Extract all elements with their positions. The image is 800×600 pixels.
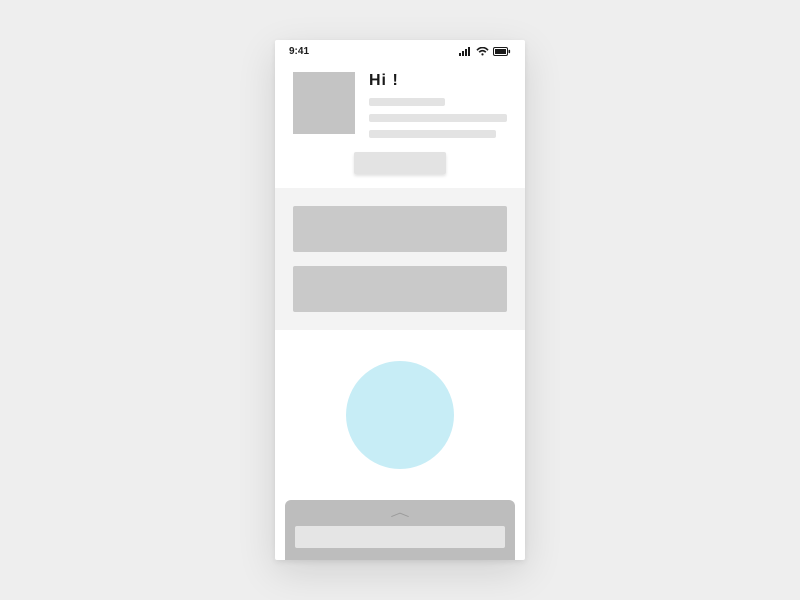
- text-placeholder: [369, 114, 507, 122]
- feature-section: [275, 330, 525, 500]
- status-right: [459, 47, 511, 56]
- card-placeholder[interactable]: [293, 266, 507, 312]
- cards-section: [275, 188, 525, 330]
- greeting-text: Hi !: [369, 72, 507, 90]
- battery-icon: [493, 47, 511, 56]
- chevron-up-icon[interactable]: ︿: [390, 506, 409, 518]
- bottom-sheet[interactable]: ︿: [285, 500, 515, 560]
- status-bar: 9:41: [275, 40, 525, 62]
- hero-row: Hi !: [293, 72, 507, 138]
- phone-frame: 9:41 Hi !: [275, 40, 525, 560]
- sheet-row-placeholder[interactable]: [295, 526, 505, 548]
- cta-button[interactable]: [354, 152, 446, 174]
- hero-text: Hi !: [369, 72, 507, 138]
- status-time: 9:41: [289, 46, 309, 57]
- wifi-icon: [476, 47, 489, 56]
- avatar-placeholder[interactable]: [293, 72, 355, 134]
- feature-circle[interactable]: [346, 361, 454, 469]
- card-placeholder[interactable]: [293, 206, 507, 252]
- signal-icon: [459, 47, 472, 56]
- text-placeholder: [369, 98, 445, 106]
- text-placeholder: [369, 130, 496, 138]
- hero-section: Hi !: [275, 62, 525, 188]
